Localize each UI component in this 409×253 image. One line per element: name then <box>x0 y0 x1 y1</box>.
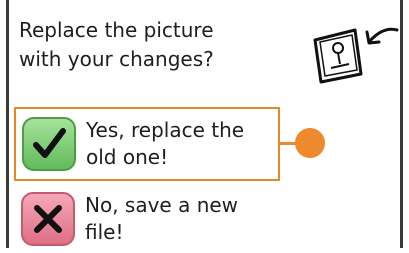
dialog-window: Replace the picture with your changes? Y… <box>6 0 403 248</box>
no-save-new-option[interactable]: No, save a new file! <box>15 185 277 253</box>
no-option-label: No, save a new file! <box>85 193 239 244</box>
x-mark-icon <box>34 205 62 233</box>
yes-button[interactable] <box>22 117 76 171</box>
no-button[interactable] <box>21 192 75 246</box>
checkmark-icon <box>33 128 66 158</box>
yes-option-label: Yes, replace the old one! <box>86 118 245 169</box>
callout-dot <box>295 128 325 158</box>
picture-arrow-icon <box>313 27 399 84</box>
yes-replace-option[interactable]: Yes, replace the old one! <box>14 107 280 181</box>
dialog-question: Replace the picture with your changes? <box>19 18 214 71</box>
